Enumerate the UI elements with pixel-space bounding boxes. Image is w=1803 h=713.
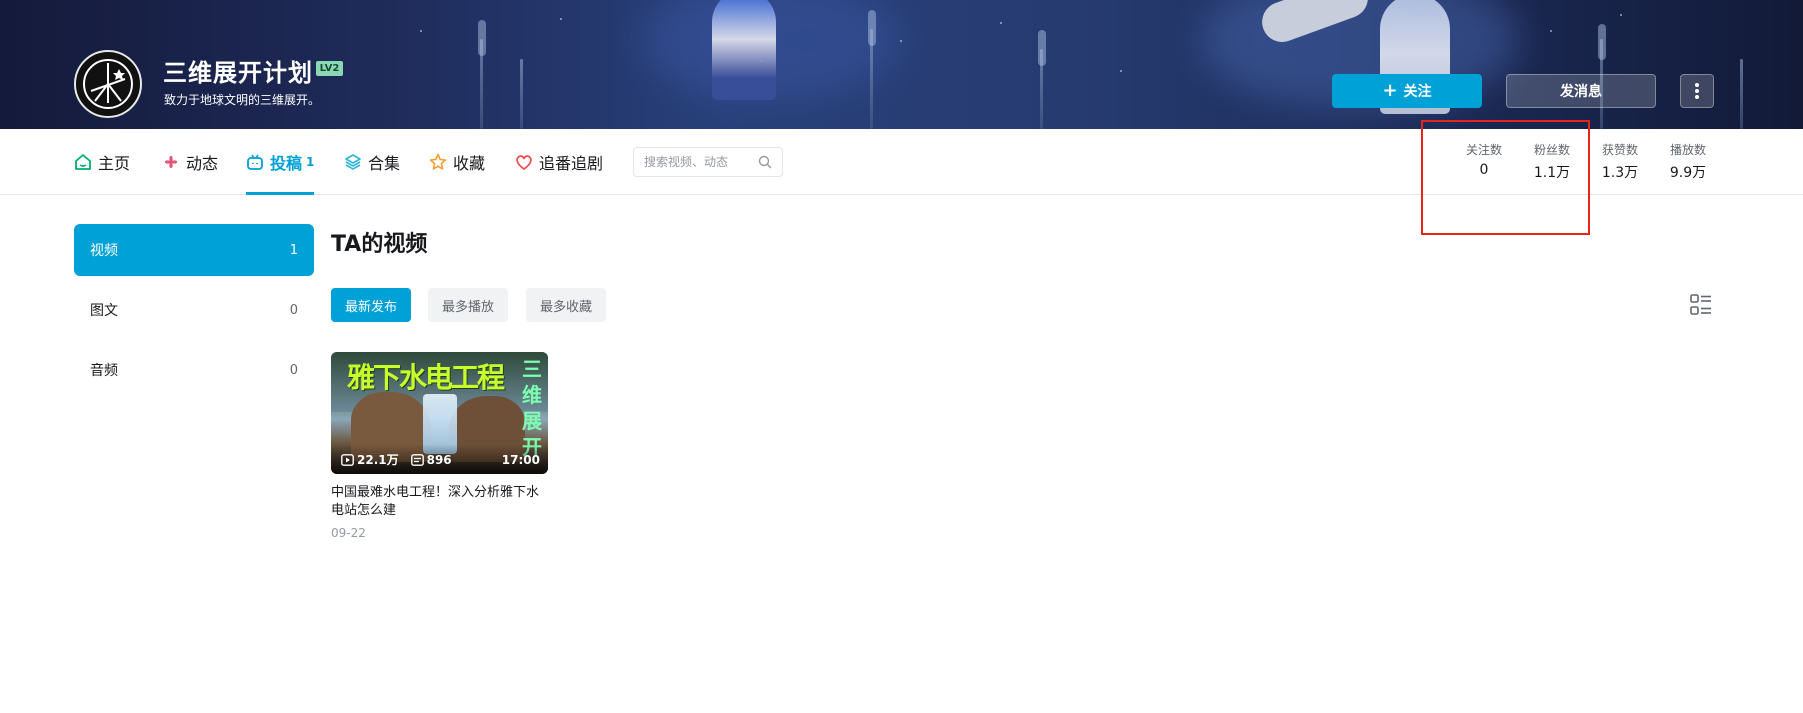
user-name: 三维展开计划 (163, 59, 313, 87)
sort-most-played-button[interactable]: 最多播放 (428, 288, 509, 322)
play-count: 22.1万 (357, 453, 399, 467)
page-title: TA的视频 (331, 232, 428, 257)
search-input[interactable] (644, 155, 754, 169)
sort-latest-button[interactable]: 最新发布 (331, 288, 412, 322)
sidebar-item-article[interactable]: 图文 0 (74, 284, 314, 336)
sidebar-item-count: 0 (289, 362, 298, 378)
profile-banner: 三维展开计划 LV2 致力于地球文明的三维展开。 + 关注 发消息 (0, 0, 1803, 129)
sidebar-item-label: 图文 (90, 303, 118, 319)
stat-likes-value: 1.3万 (1601, 165, 1639, 181)
stat-likes: 获赞数 1.3万 (1586, 141, 1654, 182)
pinwheel-icon (164, 155, 178, 169)
star-icon (429, 153, 447, 170)
stat-likes-label: 获赞数 (1601, 143, 1638, 157)
stat-plays-value: 9.9万 (1669, 165, 1707, 181)
tab-favorites-label: 收藏 (453, 154, 486, 173)
video-duration: 17:00 (501, 452, 540, 467)
tab-uploads[interactable]: 投稿 1 (246, 129, 315, 195)
stat-plays-label: 播放数 (1669, 143, 1706, 157)
sidebar-item-count: 1 (289, 242, 298, 258)
highlight-annotation-box (1421, 120, 1590, 235)
avatar-logo-icon (83, 59, 133, 109)
follow-label: 关注 (1403, 84, 1432, 100)
level-badge: LV2 (316, 61, 343, 76)
heart-icon (516, 155, 532, 170)
tab-collections-label: 合集 (368, 154, 401, 173)
profile-search (633, 147, 783, 177)
video-card[interactable]: 雅下水电工程 三维展开 22.1万 896 17:00 中国最难水电工 (331, 352, 548, 540)
tv-icon (247, 154, 263, 170)
video-date: 09-22 (331, 526, 366, 540)
danmaku-count: 896 (426, 452, 452, 467)
plus-icon: + (1382, 80, 1398, 101)
user-signature: 致力于地球文明的三维展开。 (164, 93, 321, 107)
message-button[interactable]: 发消息 (1506, 74, 1656, 108)
thumbnail-title-text: 雅下水电工程 (347, 361, 505, 394)
tab-favorites[interactable]: 收藏 (429, 129, 485, 195)
sidebar-item-audio[interactable]: 音频 0 (74, 344, 314, 396)
video-thumbnail[interactable]: 雅下水电工程 三维展开 22.1万 896 17:00 (331, 352, 548, 474)
list-view-toggle-icon[interactable] (1690, 294, 1712, 316)
more-options-button[interactable] (1680, 74, 1714, 108)
danmaku-icon (410, 453, 424, 466)
sidebar-item-label: 视频 (90, 243, 118, 259)
tab-dynamic-label: 动态 (186, 154, 219, 173)
sidebar-item-video[interactable]: 视频 1 (74, 224, 314, 276)
avatar[interactable] (74, 50, 142, 118)
follow-button[interactable]: + 关注 (1332, 74, 1482, 108)
sort-most-favorited-button[interactable]: 最多收藏 (526, 288, 607, 322)
tab-home-label: 主页 (98, 154, 131, 173)
play-count-icon (341, 453, 354, 466)
more-vertical-icon (1695, 83, 1699, 99)
sidebar-item-label: 音频 (90, 363, 118, 379)
tab-uploads-count: 1 (306, 155, 315, 169)
video-title[interactable]: 中国最难水电工程！深入分析雅下水电站怎么建 (331, 484, 548, 520)
tab-uploads-label: 投稿 (270, 154, 303, 173)
tab-home[interactable]: 主页 (74, 129, 130, 195)
search-icon[interactable] (758, 155, 772, 169)
layers-icon (345, 154, 361, 170)
tab-bangumi[interactable]: 追番追剧 (515, 129, 603, 195)
sidebar-item-count: 0 (289, 302, 298, 318)
stat-plays: 播放数 9.9万 (1654, 141, 1722, 182)
tab-collections[interactable]: 合集 (344, 129, 400, 195)
thumbnail-meta: 22.1万 896 17:00 (341, 451, 540, 468)
tab-dynamic[interactable]: 动态 (162, 129, 218, 195)
tab-bangumi-label: 追番追剧 (539, 154, 604, 173)
home-icon (75, 154, 91, 170)
